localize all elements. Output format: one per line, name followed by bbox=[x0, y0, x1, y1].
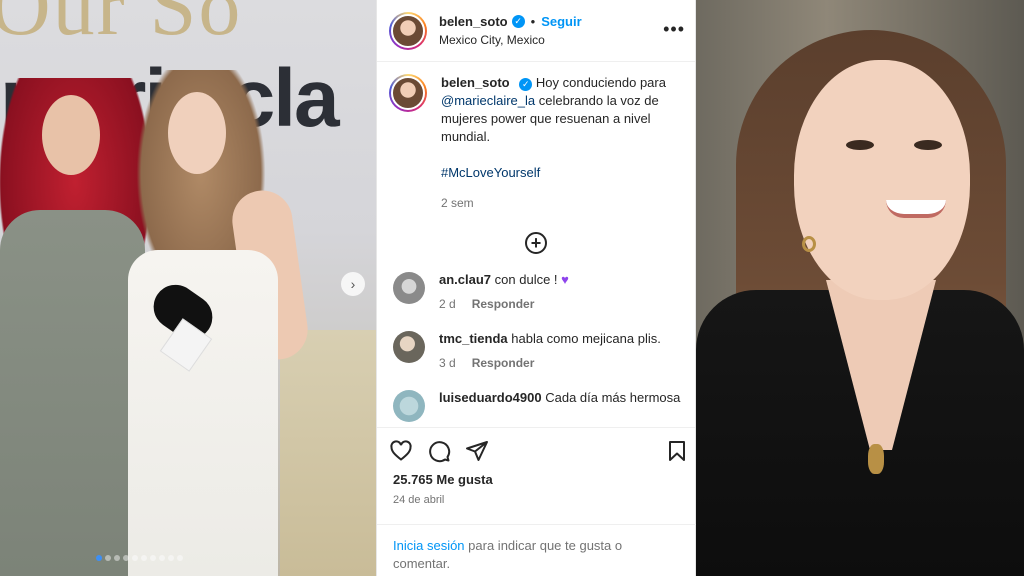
action-bar bbox=[377, 428, 695, 474]
profile-username[interactable]: belen_soto bbox=[439, 14, 508, 29]
carousel-dot bbox=[123, 555, 129, 561]
comment-time: 3 d bbox=[439, 356, 456, 370]
caption-body: belen_soto ✓ Hoy conduciendo para @marie… bbox=[441, 74, 666, 212]
carousel-next-button[interactable]: › bbox=[341, 272, 365, 296]
person-left-face bbox=[42, 95, 100, 175]
comment-username[interactable]: an.clau7 bbox=[439, 272, 491, 287]
avatar-image bbox=[391, 76, 425, 110]
follow-button[interactable]: Seguir bbox=[541, 14, 581, 29]
more-options-icon[interactable]: ••• bbox=[663, 19, 685, 40]
comment-meta: 2 d Responder bbox=[439, 297, 569, 311]
comments-section[interactable]: belen_soto ✓ Hoy conduciendo para @marie… bbox=[377, 62, 695, 428]
post-location[interactable]: Mexico City, Mexico bbox=[439, 33, 582, 47]
comment-username[interactable]: luiseduardo4900 bbox=[439, 390, 542, 405]
comment-username[interactable]: tmc_tienda bbox=[439, 331, 508, 346]
caption-timestamp: 2 sem bbox=[441, 196, 474, 210]
caption-avatar[interactable] bbox=[389, 74, 427, 112]
background-curtain bbox=[280, 330, 376, 576]
caption: belen_soto ✓ Hoy conduciendo para @marie… bbox=[389, 74, 683, 212]
comment-text: Cada día más hermosa bbox=[545, 390, 681, 405]
comment-body: an.clau7 con dulce ! ♥ 2 d Responder bbox=[439, 272, 569, 311]
like-count[interactable]: 25.765 Me gusta bbox=[377, 472, 695, 487]
caption-mention-link[interactable]: @marieclaire_la bbox=[441, 93, 535, 108]
carousel-dot bbox=[150, 555, 156, 561]
comment-avatar[interactable] bbox=[393, 390, 425, 422]
comment-item: luiseduardo4900 Cada día más hermosa bbox=[389, 390, 683, 422]
comment-text: habla como mejicana plis. bbox=[511, 331, 661, 346]
chevron-right-icon: › bbox=[350, 276, 356, 292]
comment-avatar[interactable] bbox=[393, 272, 425, 304]
caption-text-start: Hoy conduciendo para bbox=[535, 75, 666, 90]
save-bookmark-icon[interactable] bbox=[667, 440, 687, 467]
comment-bubble-icon[interactable] bbox=[427, 439, 451, 463]
comment-text: con dulce ! bbox=[494, 272, 558, 287]
carousel-dot bbox=[168, 555, 174, 561]
load-more-comments: + bbox=[389, 232, 683, 254]
comment-item: an.clau7 con dulce ! ♥ 2 d Responder bbox=[389, 272, 683, 311]
avatar-image bbox=[391, 13, 425, 48]
post-photo-carousel: Our So marie cla › bbox=[0, 0, 376, 576]
verified-badge-icon: ✓ bbox=[511, 15, 525, 28]
plus-circle-icon[interactable]: + bbox=[525, 232, 547, 254]
carousel-dot bbox=[114, 555, 120, 561]
post-header: belen_soto ✓ • Seguir Mexico City, Mexic… bbox=[377, 0, 695, 62]
gold-pendant bbox=[868, 444, 884, 474]
verified-badge-icon: ✓ bbox=[519, 77, 533, 91]
comment-avatar[interactable] bbox=[393, 331, 425, 363]
hoop-earring bbox=[802, 236, 816, 252]
post-panel: belen_soto ✓ • Seguir Mexico City, Mexic… bbox=[376, 0, 697, 576]
person-left-dress bbox=[0, 210, 145, 576]
carousel-dot bbox=[141, 555, 147, 561]
comment-body: luiseduardo4900 Cada día más hermosa bbox=[439, 390, 680, 422]
comment-item: tmc_tienda habla como mejicana plis. 3 d… bbox=[389, 331, 683, 370]
reply-button[interactable]: Responder bbox=[472, 297, 535, 311]
carousel-indicator bbox=[96, 555, 183, 561]
like-heart-icon[interactable] bbox=[389, 439, 413, 463]
profile-avatar[interactable] bbox=[389, 11, 427, 50]
login-prompt: Inicia sesión para indicar que te gusta … bbox=[377, 524, 697, 573]
carousel-dot bbox=[96, 555, 102, 561]
carousel-dot bbox=[177, 555, 183, 561]
comment-body: tmc_tienda habla como mejicana plis. 3 d… bbox=[439, 331, 661, 370]
comment-time: 2 d bbox=[439, 297, 456, 311]
caption-username[interactable]: belen_soto bbox=[441, 75, 510, 90]
share-send-icon[interactable] bbox=[465, 439, 489, 463]
backdrop-logo-text: Our So bbox=[0, 0, 243, 53]
caption-hashtag-link[interactable]: #McLoveYourself bbox=[441, 165, 540, 180]
header-line: belen_soto ✓ • Seguir bbox=[439, 14, 582, 29]
header-text: belen_soto ✓ • Seguir Mexico City, Mexic… bbox=[439, 14, 582, 47]
purple-heart-emoji: ♥ bbox=[561, 272, 569, 287]
login-link[interactable]: Inicia sesión bbox=[393, 538, 465, 553]
woman-face bbox=[794, 60, 970, 300]
person-right-face bbox=[168, 92, 226, 174]
side-photo bbox=[696, 0, 1024, 576]
carousel-dot bbox=[159, 555, 165, 561]
carousel-dot bbox=[105, 555, 111, 561]
woman-eye bbox=[914, 140, 942, 150]
comment-meta: 3 d Responder bbox=[439, 356, 661, 370]
woman-smile bbox=[886, 200, 946, 218]
reply-button[interactable]: Responder bbox=[472, 356, 535, 370]
woman-eye bbox=[846, 140, 874, 150]
separator-dot: • bbox=[530, 14, 536, 29]
carousel-dot bbox=[132, 555, 138, 561]
post-date: 24 de abril bbox=[393, 494, 445, 506]
